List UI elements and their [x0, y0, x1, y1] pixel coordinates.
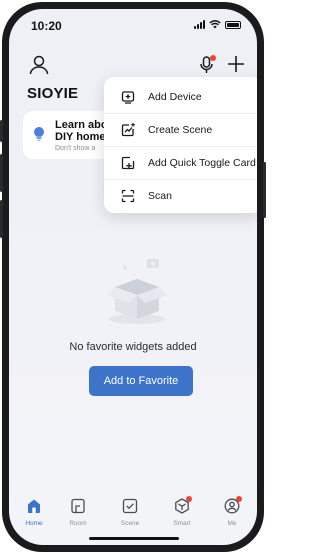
app-screen: 10:20 SIOYIE Learn abo DIY home Don't sh… — [9, 9, 257, 545]
menu-item-label: Scan — [148, 190, 172, 202]
add-button[interactable] — [225, 53, 247, 75]
tab-scene[interactable]: Scene — [105, 497, 155, 537]
quick-toggle-icon — [121, 156, 135, 170]
plus-icon — [228, 56, 244, 72]
add-menu-dropdown: Add Device Create Scene Add Quick Toggle… — [104, 77, 257, 213]
notification-dot — [236, 496, 242, 502]
status-icons — [194, 20, 241, 29]
menu-item-label: Add Quick Toggle Card — [148, 157, 256, 169]
empty-box-illustration — [107, 259, 167, 324]
add-device-icon — [121, 90, 135, 104]
home-name-title[interactable]: SIOYIE — [27, 85, 78, 102]
tab-room[interactable]: Room — [53, 497, 103, 537]
tab-smart[interactable]: Smart — [157, 496, 207, 537]
status-time: 10:20 — [31, 19, 62, 33]
status-bar: 10:20 — [9, 9, 257, 39]
room-icon — [71, 498, 85, 514]
tab-label: Home — [25, 520, 43, 527]
power-button — [263, 162, 266, 218]
tab-label: Room — [69, 520, 87, 527]
tab-me[interactable]: Me — [207, 496, 257, 537]
menu-item-label: Add Device — [148, 90, 202, 103]
lightbulb-icon — [34, 127, 44, 142]
menu-item-scan[interactable]: Scan — [104, 179, 257, 212]
notification-dot — [210, 55, 216, 61]
volume-up-button — [0, 154, 3, 192]
cellular-signal-icon — [194, 20, 205, 29]
add-to-favorite-button[interactable]: Add to Favorite — [89, 366, 193, 396]
home-indicator — [89, 537, 179, 540]
dont-show-again-link[interactable]: Don't show a — [55, 145, 95, 152]
create-scene-icon — [121, 123, 135, 137]
tab-label: Me — [227, 520, 237, 527]
battery-icon — [225, 20, 241, 29]
scene-icon — [122, 498, 138, 514]
menu-item-add-quick-toggle-card[interactable]: Add Quick Toggle Card — [104, 146, 257, 179]
tab-label: Smart — [173, 520, 191, 527]
wifi-icon — [209, 20, 221, 29]
menu-item-add-device[interactable]: Add Device — [104, 80, 257, 113]
voice-button[interactable] — [197, 54, 217, 76]
menu-item-create-scene[interactable]: Create Scene — [104, 113, 257, 146]
phone-frame: 10:20 SIOYIE Learn abo DIY home Don't sh… — [0, 2, 266, 552]
home-icon — [28, 499, 40, 513]
volume-down-button — [0, 200, 3, 238]
tab-label: Scene — [120, 520, 140, 527]
user-icon — [29, 55, 49, 75]
profile-button[interactable] — [27, 53, 51, 77]
menu-item-label: Create Scene — [148, 124, 213, 136]
notification-dot — [186, 496, 192, 502]
tab-home[interactable]: Home — [9, 497, 59, 537]
empty-state-message: No favorite widgets added — [69, 341, 197, 353]
mute-switch — [0, 120, 3, 142]
scan-icon — [121, 189, 135, 203]
